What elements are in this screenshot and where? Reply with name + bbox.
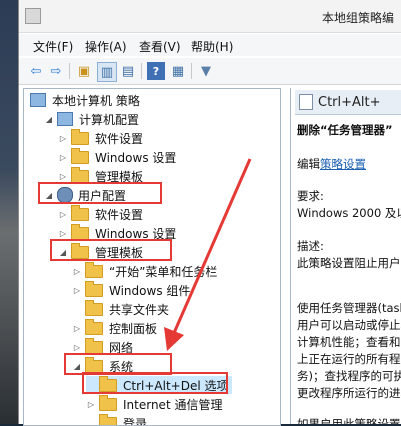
toolbar: ⇦ ⇨ ▣ ▥ ▤ ? ▦ ▼ xyxy=(19,58,401,85)
document-icon xyxy=(299,94,313,110)
detail-pane: Ctrl+Alt+ 删除“任务管理器” 编辑策略设置 要求: Windows 2… xyxy=(290,88,401,424)
folder-up-icon[interactable]: ▣ xyxy=(75,62,93,80)
description-line: 务)；查找程序的可执 xyxy=(297,368,401,384)
edit-prefix: 编辑 xyxy=(297,157,320,171)
edit-policy-link[interactable]: 策略设置 xyxy=(320,157,366,171)
description-footer: 如果启用此策略设置 xyxy=(297,416,401,424)
description-line: 用户可以启动或停止程 xyxy=(297,317,401,333)
export-list-icon[interactable]: ▤ xyxy=(119,62,137,80)
description-line: 计算机性能；查看和监 xyxy=(297,334,401,350)
forward-arrow-icon[interactable]: ⇨ xyxy=(47,62,65,80)
group-policy-editor-window: 本地组策略编 文件(F) 操作(A) 查看(V) 帮助(H) ⇦ ⇨ ▣ ▥ ▤… xyxy=(18,0,401,424)
menu-bar: 文件(F) 操作(A) 查看(V) 帮助(H) xyxy=(19,34,401,56)
help-icon[interactable]: ? xyxy=(147,62,165,80)
toolbar-separator xyxy=(69,63,70,79)
setting-title: 删除“任务管理器” xyxy=(297,122,393,138)
requirement-label: 要求: xyxy=(297,188,324,204)
back-arrow-icon[interactable]: ⇦ xyxy=(27,62,45,80)
description-label: 描述: xyxy=(297,238,324,254)
toolbar-separator xyxy=(191,63,192,79)
tree-pane: 本地计算机 策略 ◢ 计算机配置 ▷ 软件设置 ▷ Windows 设置 ▷ 管… xyxy=(23,88,281,426)
menu-action[interactable]: 操作(A) xyxy=(85,38,127,55)
title-bar: 本地组策略编 xyxy=(19,0,401,33)
toolbar-separator xyxy=(141,63,142,79)
properties-icon[interactable]: ▦ xyxy=(169,62,187,80)
edit-policy-line: 编辑策略设置 xyxy=(297,156,366,172)
menu-help[interactable]: 帮助(H) xyxy=(191,38,233,55)
description-line: 此策略设置阻止用户 xyxy=(297,255,401,271)
description-line: 更改程序所运行的进程 xyxy=(297,385,401,401)
description-line: 上正在运行的所有程序 xyxy=(297,351,401,367)
menu-view[interactable]: 查看(V) xyxy=(139,38,181,55)
show-hide-tree-icon[interactable]: ▥ xyxy=(97,62,117,82)
requirement-value: Windows 2000 及以 xyxy=(297,205,401,221)
filter-icon[interactable]: ▼ xyxy=(197,62,215,80)
detail-header: Ctrl+Alt+ xyxy=(295,90,401,115)
annotation-arrow xyxy=(24,89,280,425)
app-icon xyxy=(25,8,41,24)
detail-header-title: Ctrl+Alt+ xyxy=(318,95,381,110)
menu-file[interactable]: 文件(F) xyxy=(33,38,73,55)
window-title: 本地组策略编 xyxy=(322,9,394,26)
description-line: 使用任务管理器(task xyxy=(297,300,401,316)
